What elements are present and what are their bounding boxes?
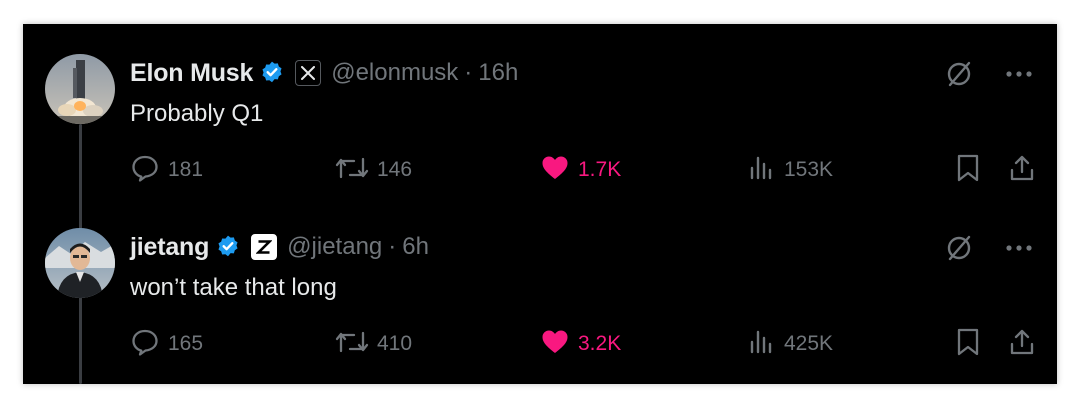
views-button[interactable]: 153K xyxy=(748,154,833,186)
like-button[interactable]: 1.7K xyxy=(540,154,621,186)
share-icon xyxy=(1008,327,1036,362)
separator-dot: · xyxy=(388,233,397,260)
timestamp[interactable]: 6h xyxy=(402,233,429,261)
avatar[interactable] xyxy=(45,228,115,298)
views-chart-icon xyxy=(748,154,776,187)
tweet-text: Probably Q1 xyxy=(130,100,264,127)
separator-dot: · xyxy=(464,59,473,86)
tweet-action-bar: 181 146 1.7K 153K xyxy=(130,154,1035,186)
retweet-count: 146 xyxy=(377,158,413,181)
share-button[interactable] xyxy=(1008,328,1036,360)
tweet-header: jietang @jietang · 6h xyxy=(130,230,429,264)
x-logo-badge-icon[interactable] xyxy=(295,60,322,86)
tweet-header: Elon Musk @elonmusk · 16h xyxy=(130,56,518,90)
tweet-top-actions xyxy=(943,232,1035,264)
like-button[interactable]: 3.2K xyxy=(540,328,621,360)
reply-count: 165 xyxy=(168,332,204,355)
views-chart-icon xyxy=(748,328,776,361)
tweet[interactable]: jietang @jietang · 6h won’t take that lo… xyxy=(23,198,1057,372)
author-name[interactable]: Elon Musk xyxy=(130,59,253,88)
avatar[interactable] xyxy=(45,54,115,124)
retweet-button[interactable]: 410 xyxy=(335,328,412,360)
verified-badge-icon xyxy=(215,234,241,260)
tweet-action-bar: 165 410 3.2K 425K xyxy=(130,328,1035,360)
views-button[interactable]: 425K xyxy=(748,328,833,360)
like-count: 3.2K xyxy=(578,332,622,355)
author-name[interactable]: jietang xyxy=(130,233,209,262)
author-handle[interactable]: @jietang xyxy=(287,233,382,261)
views-count: 153K xyxy=(784,158,834,181)
retweet-button[interactable]: 146 xyxy=(335,154,412,186)
bookmark-icon xyxy=(955,153,981,188)
reply-button[interactable]: 181 xyxy=(130,154,203,186)
retweet-icon xyxy=(335,153,369,188)
like-count: 1.7K xyxy=(578,158,622,181)
bookmark-button[interactable] xyxy=(955,328,981,360)
retweet-icon xyxy=(335,327,369,362)
views-count: 425K xyxy=(784,332,834,355)
share-icon xyxy=(1008,153,1036,188)
grok-icon[interactable] xyxy=(943,232,975,264)
author-handle[interactable]: @elonmusk xyxy=(331,59,458,87)
tweet-thread-card: Elon Musk @elonmusk · 16h Probably Q1 18… xyxy=(23,24,1057,384)
heart-icon xyxy=(540,327,570,362)
verified-badge-icon xyxy=(259,60,285,86)
reply-icon xyxy=(130,327,160,362)
reply-icon xyxy=(130,153,160,188)
bookmark-button[interactable] xyxy=(955,154,981,186)
bookmark-icon xyxy=(955,327,981,362)
retweet-count: 410 xyxy=(377,332,413,355)
heart-icon xyxy=(540,153,570,188)
tweet-top-actions xyxy=(943,58,1035,90)
tweet-text: won’t take that long xyxy=(130,274,337,301)
timestamp[interactable]: 16h xyxy=(478,59,518,87)
tweet[interactable]: Elon Musk @elonmusk · 16h Probably Q1 18… xyxy=(23,24,1057,198)
grok-icon[interactable] xyxy=(943,58,975,90)
reply-button[interactable]: 165 xyxy=(130,328,203,360)
share-button[interactable] xyxy=(1008,154,1036,186)
more-options-icon[interactable] xyxy=(1003,58,1035,90)
more-options-icon[interactable] xyxy=(1003,232,1035,264)
z-logo-badge-icon[interactable] xyxy=(251,234,278,260)
reply-count: 181 xyxy=(168,158,204,181)
